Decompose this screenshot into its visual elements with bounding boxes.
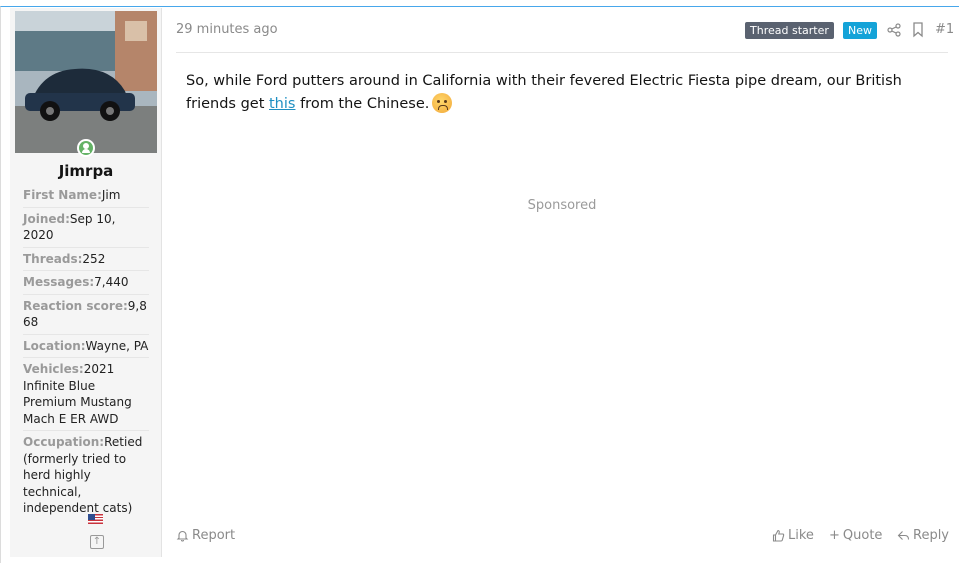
plus-icon: + — [829, 528, 840, 543]
post-actions: Report Like + Quote Reply — [176, 528, 949, 548]
user-field-threads: Threads:252 — [23, 248, 149, 271]
post-body: So, while Ford putters around in Califor… — [186, 70, 946, 116]
post-timestamp[interactable]: 29 minutes ago — [176, 22, 278, 37]
bell-icon — [176, 530, 189, 542]
share-icon[interactable] — [887, 23, 901, 37]
user-field-vehicles: Vehicles:2021 Infinite Blue Premium Must… — [23, 358, 149, 431]
field-label: Messages: — [23, 275, 95, 289]
reply-button[interactable]: Reply — [897, 528, 949, 543]
post-number-link[interactable]: #1 — [935, 22, 954, 37]
frowning-face-icon — [432, 93, 453, 113]
report-label: Report — [192, 528, 236, 543]
field-value: 7,440 — [94, 275, 129, 289]
user-info: First Name:Jim Joined:Sep 10, 2020 Threa… — [23, 184, 149, 520]
field-label: Threads: — [23, 251, 83, 266]
sponsored-label: Sponsored — [527, 198, 597, 213]
field-value: 252 — [82, 251, 106, 266]
reply-icon — [897, 531, 910, 540]
user-sidebar: Jimrpa First Name:Jim Joined:Sep 10, 202… — [10, 8, 162, 557]
us-flag-icon — [88, 514, 103, 524]
field-label: Location: — [23, 338, 86, 353]
user-field-reaction-score: Reaction score:9,868 — [23, 295, 149, 335]
post-link[interactable]: this — [269, 96, 295, 112]
user-field-occupation: Occupation:Retied (formerly tried to her… — [23, 431, 149, 520]
field-label: Joined: — [23, 211, 70, 226]
field-value: Wayne, PA — [85, 338, 149, 353]
reply-label: Reply — [913, 528, 950, 543]
like-label: Like — [788, 528, 814, 543]
new-badge: New — [843, 22, 877, 39]
thumbs-up-icon — [772, 529, 785, 542]
field-value: Jim — [101, 188, 121, 202]
field-label: Reaction score: — [23, 298, 128, 313]
header-divider — [176, 52, 948, 53]
user-field-joined: Joined:Sep 10, 2020 — [23, 208, 149, 248]
like-button[interactable]: Like — [772, 528, 814, 543]
online-user-icon — [77, 139, 95, 157]
user-field-location: Location:Wayne, PA — [23, 335, 149, 358]
post-text-after: from the Chinese. — [295, 96, 430, 112]
username[interactable]: Jimrpa — [10, 162, 162, 180]
user-field-first-name: First Name:Jim — [23, 184, 149, 208]
field-label: First Name: — [23, 188, 102, 202]
report-button[interactable]: Report — [176, 528, 235, 543]
field-label: Occupation: — [23, 435, 105, 449]
bookmark-icon[interactable] — [912, 22, 924, 38]
quote-button[interactable]: + Quote — [829, 528, 882, 543]
user-field-messages: Messages:7,440 — [23, 271, 149, 295]
avatar-image — [15, 11, 157, 153]
scroll-up-icon[interactable]: ↑ — [90, 535, 104, 549]
thread-starter-badge: Thread starter — [745, 22, 834, 39]
field-label: Vehicles: — [23, 362, 84, 376]
quote-label: Quote — [842, 528, 883, 543]
avatar[interactable] — [15, 11, 157, 153]
